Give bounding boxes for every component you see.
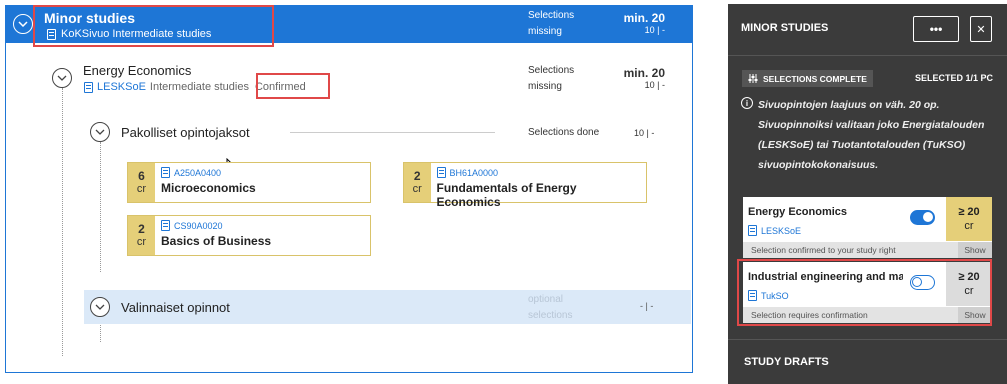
- energy-expand-chevron-icon[interactable]: [52, 68, 72, 88]
- header-credits-ratio: 10 | -: [644, 25, 665, 35]
- energy-min-label: min. 20: [623, 66, 665, 80]
- compulsory-credits-ratio: 10 | -: [634, 128, 655, 138]
- course-credits: 2 cr: [128, 216, 155, 255]
- energy-status-line1: Selections: [528, 65, 575, 76]
- document-icon: [84, 81, 93, 93]
- header-status-line2: missing: [528, 26, 562, 37]
- course-name: Fundamentals of Energy Economics: [436, 181, 577, 209]
- energy-title[interactable]: Energy Economics: [83, 63, 191, 78]
- course-credits-unit: cr: [136, 235, 147, 248]
- more-options-button[interactable]: •••: [913, 16, 959, 42]
- compulsory-status: Selections done: [528, 127, 600, 138]
- optional-expand-chevron-icon[interactable]: [90, 297, 110, 317]
- header-min: min. 20 10 | -: [605, 11, 665, 35]
- minor-info-text: Sivuopintojen laajuus on väh. 20 op. Siv…: [758, 99, 985, 171]
- compulsory-expand-chevron-icon[interactable]: [90, 122, 110, 142]
- highlight-box-confirmed: [256, 73, 330, 99]
- course-credits-value: 6: [138, 168, 145, 183]
- option-toggle-on[interactable]: [910, 210, 935, 225]
- course-card-fundamentals-energy-economics[interactable]: 2 cr BH61A0000 Fundamentals of Energy Ec…: [403, 162, 647, 209]
- energy-code[interactable]: LESKSoE: [97, 81, 146, 93]
- optional-status-line1: optional: [528, 294, 564, 305]
- course-name: Microeconomics: [161, 181, 256, 195]
- option-show-button[interactable]: Show: [958, 242, 992, 258]
- course-credits-unit: cr: [136, 182, 147, 195]
- optional-title: Valinnaiset opinnot: [121, 300, 230, 315]
- option-name: Energy Economics: [748, 206, 848, 218]
- option-credits: ≥ 20 cr: [946, 197, 992, 241]
- chevron-down-icon[interactable]: [13, 14, 33, 34]
- document-icon: [161, 220, 170, 231]
- toggle-knob: [923, 212, 933, 222]
- course-code-text: CS90A0020: [174, 220, 223, 231]
- tree-line-level1: [62, 88, 63, 356]
- side-panel: MINOR STUDIES ••• ✕ SELECTIONS COMPLETE …: [728, 4, 1007, 384]
- selections-complete-text: SELECTIONS COMPLETE: [763, 73, 867, 84]
- energy-credits-ratio: 10 | -: [644, 80, 665, 90]
- document-icon: [436, 167, 446, 178]
- compulsory-title: Pakolliset opintojaksot: [121, 125, 250, 140]
- sliders-icon: [748, 74, 758, 83]
- course-credits-value: 2: [138, 221, 145, 236]
- course-credits-unit: cr: [412, 182, 422, 195]
- course-name: Basics of Business: [161, 234, 272, 248]
- course-code[interactable]: BH61A0000: [436, 167, 641, 178]
- selected-count: SELECTED 1/1 PC: [914, 73, 993, 83]
- header-status-line1: Selections: [528, 10, 575, 21]
- option-card-energy-economics[interactable]: Energy Economics LESKSoE ≥ 20 cr Selecti…: [743, 197, 992, 258]
- option-footer-text: Selection confirmed to your study right: [751, 245, 896, 255]
- highlight-box-industrial-option: [737, 259, 992, 326]
- side-divider-bottom: [728, 339, 1007, 340]
- optional-status-line2: selections: [528, 310, 573, 321]
- highlight-box-header: [33, 5, 274, 47]
- option-code-text: LESKSoE: [761, 225, 802, 236]
- course-code[interactable]: CS90A0020: [161, 220, 271, 231]
- header-status: Selections missing: [528, 8, 574, 40]
- course-credits: 2 cr: [404, 163, 431, 202]
- course-code[interactable]: A250A0400: [161, 167, 256, 178]
- course-code-text: A250A0400: [174, 167, 222, 178]
- course-card-microeconomics[interactable]: 6 cr A250A0400 Microeconomics: [127, 162, 371, 203]
- course-credits: 6 cr: [128, 163, 155, 202]
- close-button[interactable]: ✕: [970, 16, 992, 42]
- option-footer: Selection confirmed to your study right …: [743, 242, 992, 258]
- selections-complete-badge: SELECTIONS COMPLETE: [742, 70, 873, 87]
- document-icon: [161, 167, 170, 178]
- compulsory-rule: [290, 132, 495, 133]
- optional-status: optional selections: [528, 292, 572, 324]
- tree-line-level2: [100, 142, 101, 272]
- course-code-text: BH61A0000: [449, 167, 499, 178]
- course-credits-value: 2: [413, 168, 421, 183]
- energy-level: Intermediate studies: [149, 81, 249, 93]
- study-drafts-heading[interactable]: STUDY DRAFTS: [744, 356, 829, 368]
- info-icon: i: [741, 97, 753, 109]
- option-credits-unit: cr: [964, 220, 974, 232]
- option-code[interactable]: LESKSoE: [748, 225, 801, 236]
- side-panel-title: MINOR STUDIES: [741, 22, 829, 34]
- optional-credits-ratio: - | -: [640, 301, 654, 311]
- document-icon: [748, 225, 757, 236]
- energy-min: min. 20 10 | -: [605, 66, 665, 90]
- side-divider: [728, 55, 1007, 56]
- course-card-basics-of-business[interactable]: 2 cr CS90A0020 Basics of Business: [127, 215, 371, 256]
- energy-status: Selections missing: [528, 63, 574, 95]
- header-min-label: min. 20: [623, 11, 665, 25]
- energy-status-line2: missing: [528, 81, 562, 92]
- option-credits-value: ≥ 20: [958, 206, 980, 218]
